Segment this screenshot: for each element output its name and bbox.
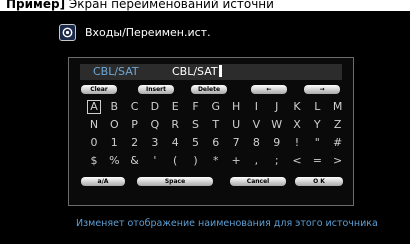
key[interactable]: !: [290, 136, 304, 150]
key[interactable]: E: [168, 100, 182, 114]
key[interactable]: C: [128, 100, 142, 114]
key[interactable]: 7: [229, 136, 243, 150]
key[interactable]: I: [249, 100, 263, 114]
caption-banner: Пример] Экран переименований источни: [0, 0, 410, 11]
key[interactable]: L: [310, 100, 324, 114]
key[interactable]: W: [270, 118, 284, 132]
key[interactable]: X: [290, 118, 304, 132]
key[interactable]: #: [331, 136, 345, 150]
name-input[interactable]: CBL/SAT CBL/SAT: [80, 64, 342, 80]
clear-button[interactable]: Clear: [81, 85, 117, 94]
key[interactable]: ,: [249, 154, 263, 168]
key[interactable]: *: [209, 154, 223, 168]
key[interactable]: F: [189, 100, 203, 114]
key[interactable]: Y: [310, 118, 324, 132]
ok-button[interactable]: O K: [295, 177, 343, 186]
key[interactable]: $: [87, 154, 101, 168]
key[interactable]: Z: [331, 118, 345, 132]
key[interactable]: 3: [148, 136, 162, 150]
key[interactable]: A: [87, 100, 101, 114]
cursor-right-button[interactable]: →: [304, 85, 340, 94]
key[interactable]: V: [249, 118, 263, 132]
source-label: CBL/SAT: [93, 65, 139, 78]
key[interactable]: 6: [209, 136, 223, 150]
key[interactable]: R: [168, 118, 182, 132]
key[interactable]: =: [310, 154, 324, 168]
key[interactable]: M: [331, 100, 345, 114]
screen-header: Входы/Переимен.ист.: [59, 23, 211, 41]
text-cursor: [218, 65, 222, 77]
help-text: Изменяет отображение наименования для эт…: [76, 218, 378, 229]
key[interactable]: 9: [270, 136, 284, 150]
key[interactable]: D: [148, 100, 162, 114]
key[interactable]: G: [209, 100, 223, 114]
key[interactable]: P: [128, 118, 142, 132]
key[interactable]: 8: [249, 136, 263, 150]
case-toggle-button[interactable]: a/A: [81, 177, 125, 186]
key[interactable]: 2: [128, 136, 142, 150]
key[interactable]: 4: [168, 136, 182, 150]
page-title: Входы/Переимен.ист.: [85, 25, 211, 39]
key[interactable]: T: [209, 118, 223, 132]
insert-button[interactable]: Insert: [138, 85, 174, 94]
caption-text: Экран переименований источни: [65, 0, 274, 11]
key[interactable]: <: [290, 154, 304, 168]
name-text: CBL/SAT: [172, 65, 218, 78]
keyboard-panel: CBL/SAT CBL/SAT Clear Insert Delete ← → ABCD…: [68, 57, 354, 206]
key[interactable]: K: [290, 100, 304, 114]
key[interactable]: 1: [107, 136, 121, 150]
key[interactable]: N: [87, 118, 101, 132]
delete-button[interactable]: Delete: [191, 85, 227, 94]
key[interactable]: &: [128, 154, 142, 168]
key[interactable]: J: [270, 100, 284, 114]
key[interactable]: B: [107, 100, 121, 114]
key[interactable]: O: [107, 118, 121, 132]
key[interactable]: ;: [270, 154, 284, 168]
cursor-left-button[interactable]: ←: [251, 85, 287, 94]
rename-screen: Входы/Переимен.ист. CBL/SAT CBL/SAT Clea…: [36, 11, 410, 244]
key[interactable]: ': [148, 154, 162, 168]
key[interactable]: 5: [189, 136, 203, 150]
key[interactable]: H: [229, 100, 243, 114]
key[interactable]: S: [189, 118, 203, 132]
key[interactable]: U: [229, 118, 243, 132]
key[interactable]: (: [168, 154, 182, 168]
name-value: CBL/SAT: [172, 64, 222, 80]
key[interactable]: ": [310, 136, 324, 150]
key[interactable]: Q: [148, 118, 162, 132]
key[interactable]: +: [229, 154, 243, 168]
key[interactable]: 0: [87, 136, 101, 150]
cancel-button[interactable]: Cancel: [230, 177, 286, 186]
input-icon: [59, 23, 76, 41]
caption-bold: Пример]: [6, 0, 66, 11]
key[interactable]: %: [107, 154, 121, 168]
key[interactable]: >: [331, 154, 345, 168]
space-button[interactable]: Space: [137, 177, 213, 186]
key[interactable]: ): [189, 154, 203, 168]
